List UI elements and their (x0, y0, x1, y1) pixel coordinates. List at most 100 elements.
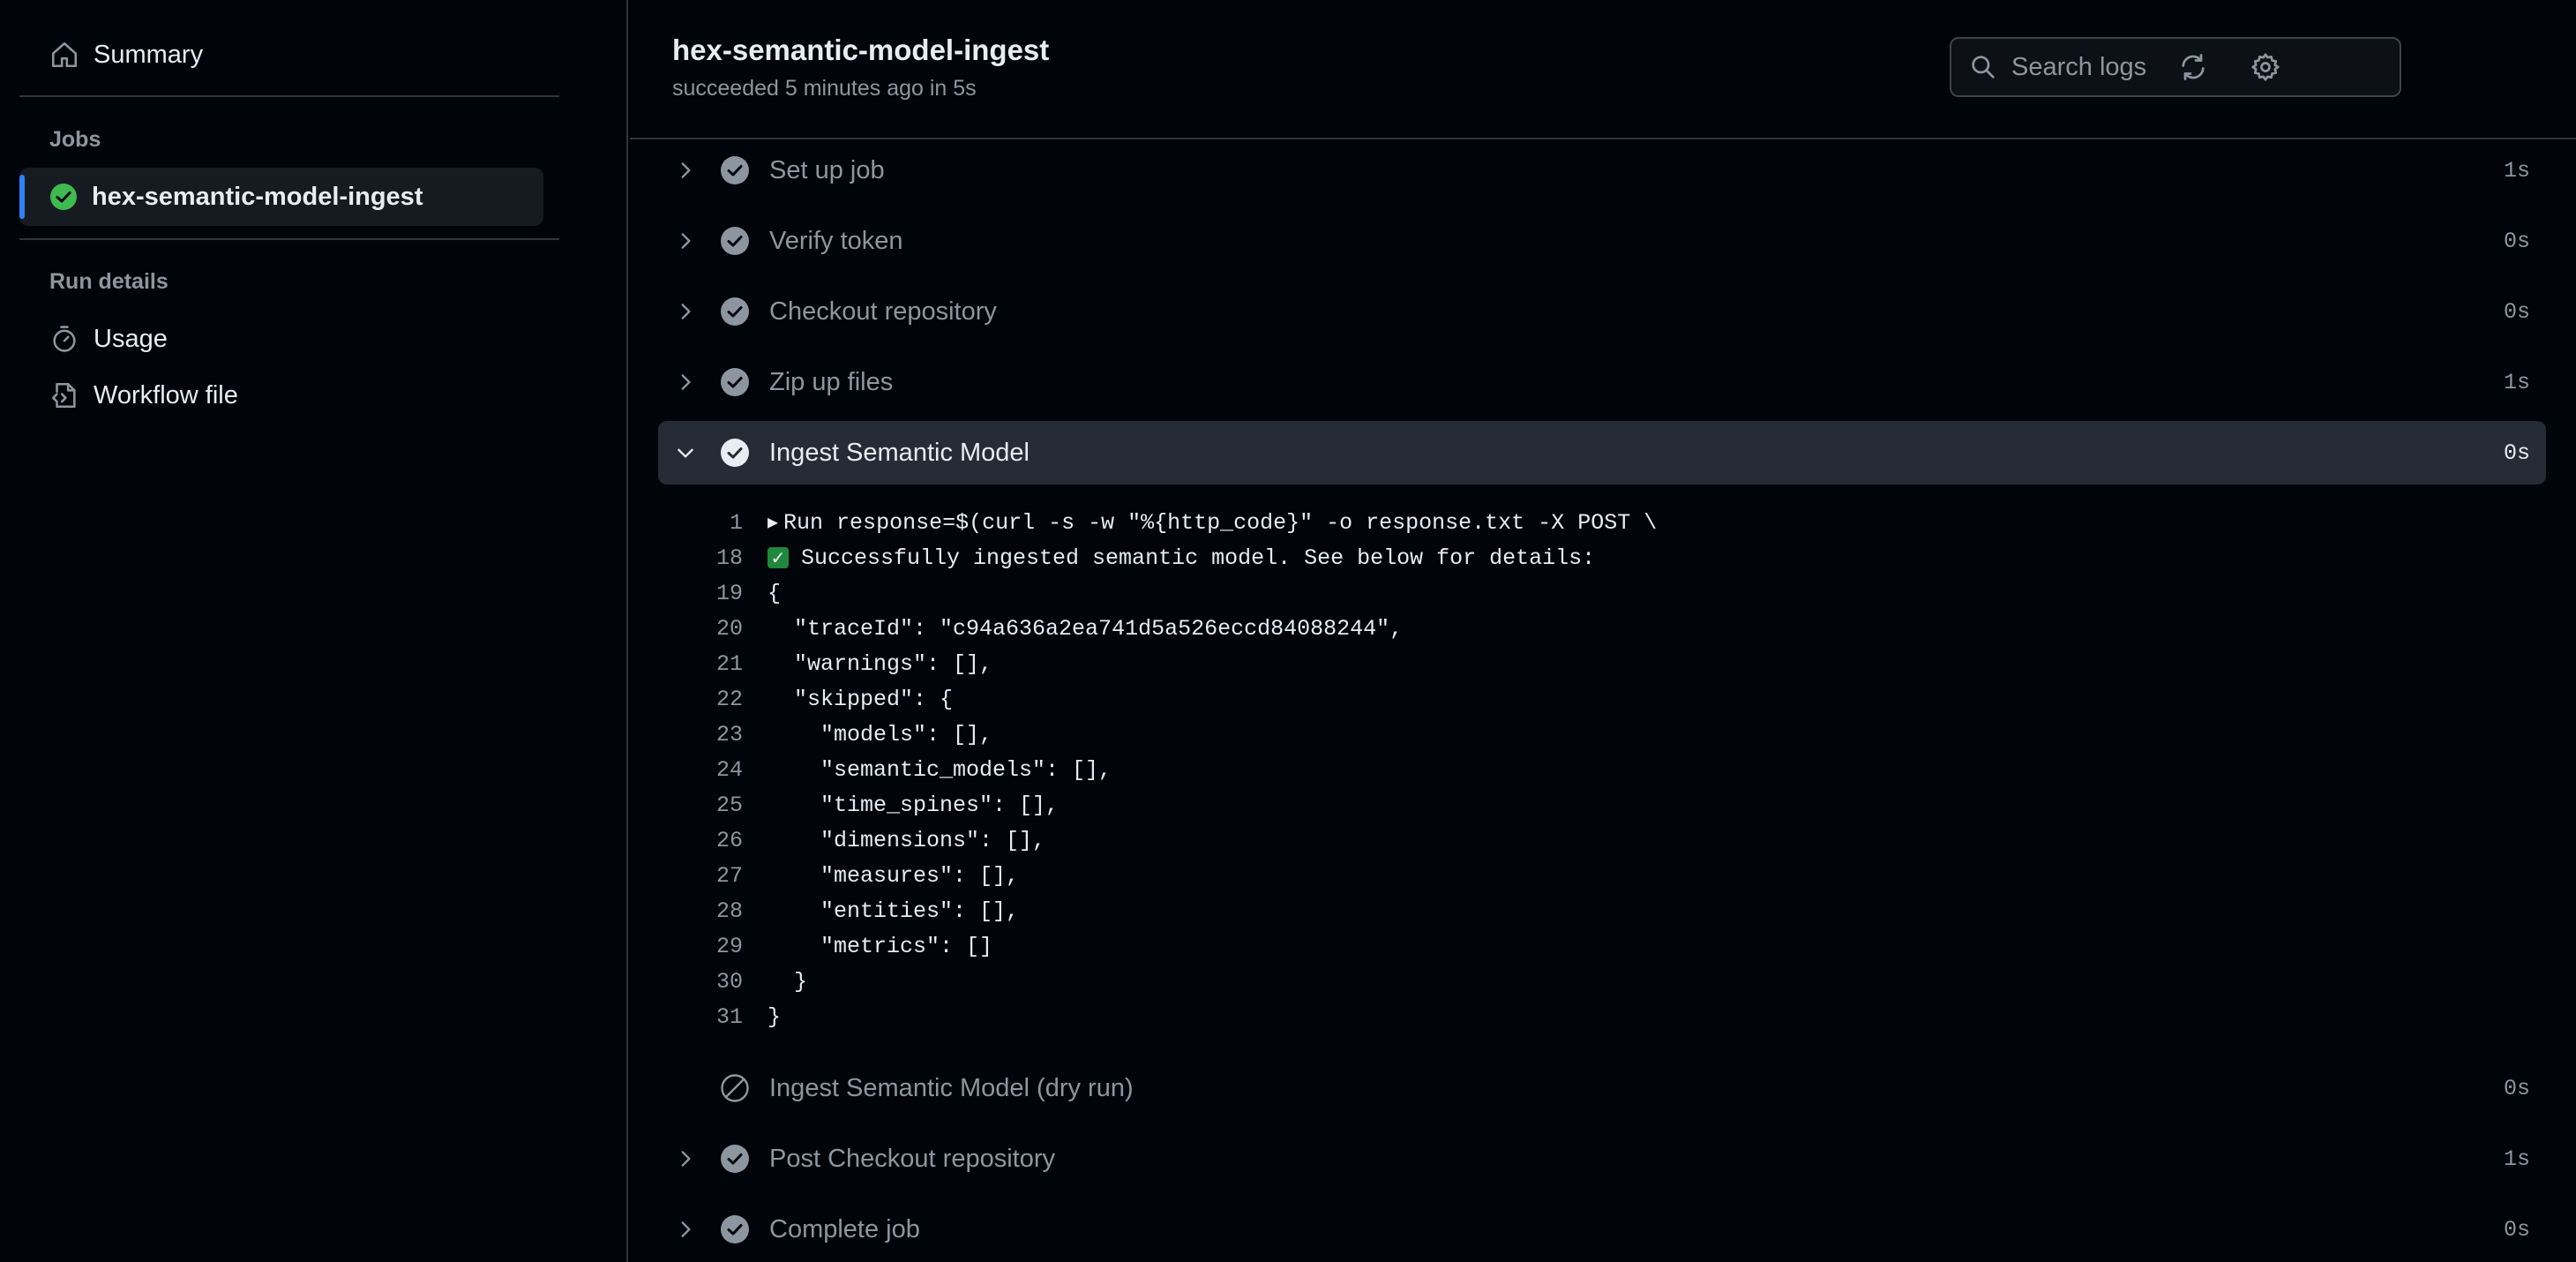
log-line: 19 { (658, 575, 2546, 611)
log-text: "dimensions": [], (768, 827, 1046, 853)
chevron-down-icon (672, 439, 699, 466)
log-text: "skipped": { (768, 686, 954, 712)
gear-icon (2251, 53, 2280, 81)
log-text: { (768, 580, 782, 606)
line-number: 25 (715, 792, 743, 818)
step-duration: 0s (2503, 298, 2530, 325)
sidebar-item-usage[interactable]: Usage (49, 318, 168, 360)
line-number: 30 (715, 968, 743, 995)
divider (19, 95, 559, 97)
log-line: 31} (658, 999, 2546, 1034)
line-number: 1 (729, 509, 743, 536)
check-circle-icon (720, 1144, 750, 1174)
log-text: "entities": [], (768, 898, 1020, 924)
check-circle-icon (720, 297, 750, 327)
step-verify-token[interactable]: Verify token 0s (658, 209, 2546, 273)
sidebar: Summary Jobs hex-semantic-model-ingest R… (0, 0, 628, 1262)
sidebar-item-workflow-file[interactable]: Workflow file (49, 374, 238, 417)
line-number: 21 (715, 650, 743, 677)
log-text: } (768, 1003, 782, 1030)
chevron-right-icon (672, 157, 699, 184)
home-icon (49, 40, 79, 70)
step-name: Ingest Semantic Model (dry run) (769, 1073, 1134, 1102)
log-text: "traceId": "c94a636a2ea741d5a526eccd8408… (768, 615, 1404, 642)
log-line: 25 "time_spines": [], (658, 787, 2546, 823)
step-duration: 0s (2503, 439, 2530, 466)
check-mark-emoji-icon: ✓ (768, 547, 789, 568)
step-zip-up-files[interactable]: Zip up files 1s (658, 350, 2546, 414)
step-set-up-job[interactable]: Set up job 1s (658, 139, 2546, 202)
log-text: "measures": [], (768, 862, 1020, 889)
log-line: 27 "measures": [], (658, 858, 2546, 893)
log-line: 20 "traceId": "c94a636a2ea741d5a526eccd8… (658, 611, 2546, 646)
line-number: 24 (715, 756, 743, 783)
line-number: 19 (715, 580, 743, 606)
step-post-checkout-repository[interactable]: Post Checkout repository 1s (658, 1127, 2546, 1191)
log-text: "models": [], (768, 721, 993, 747)
sidebar-item-label: Usage (94, 324, 168, 353)
check-circle-icon (720, 438, 750, 468)
log-line: 26 "dimensions": [], (658, 823, 2546, 858)
chevron-right-icon (672, 1146, 699, 1172)
step-name: Verify token (769, 226, 903, 255)
check-circle-icon (720, 226, 750, 256)
step-duration: 1s (2503, 1146, 2530, 1172)
log-text: } (768, 968, 808, 995)
line-number: 20 (715, 615, 743, 642)
jobs-heading: Jobs (49, 127, 101, 152)
log-text: "semantic_models": [], (768, 756, 1112, 783)
refresh-button[interactable] (2175, 49, 2211, 85)
chevron-right-icon (672, 369, 699, 395)
log-line: 22 "skipped": { (658, 681, 2546, 717)
line-number: 27 (715, 862, 743, 889)
success-icon (49, 183, 78, 211)
log-text: "metrics": [] (768, 933, 993, 959)
step-duration: 0s (2503, 1075, 2530, 1101)
step-name: Set up job (769, 155, 885, 184)
sidebar-item-summary[interactable]: Summary (49, 34, 203, 76)
log-text: "time_spines": [], (768, 792, 1060, 818)
log-output: 1 ▶ Run response=$(curl -s -w "%{http_co… (658, 505, 2546, 1034)
line-number: 22 (715, 686, 743, 712)
page-title: hex-semantic-model-ingest (672, 34, 1050, 66)
log-line: 24 "semantic_models": [], (658, 752, 2546, 787)
line-number: 23 (715, 721, 743, 747)
step-name: Zip up files (769, 367, 894, 396)
log-text: "warnings": [], (768, 650, 993, 677)
expand-triangle-icon[interactable]: ▶ (768, 511, 778, 534)
sidebar-item-label: Summary (94, 40, 204, 69)
log-line: 18 ✓ Successfully ingested semantic mode… (658, 540, 2546, 575)
step-ingest-semantic-model[interactable]: Ingest Semantic Model 0s (658, 421, 2546, 485)
divider (19, 238, 559, 240)
line-number: 28 (715, 898, 743, 924)
search-icon (1969, 53, 1997, 81)
step-name: Post Checkout repository (769, 1144, 1055, 1173)
line-number: 29 (715, 933, 743, 959)
step-duration: 0s (2503, 1216, 2530, 1243)
step-name: Complete job (769, 1214, 920, 1243)
file-code-icon (49, 380, 79, 410)
step-checkout-repository[interactable]: Checkout repository 0s (658, 280, 2546, 343)
log-text: Successfully ingested semantic model. Se… (801, 545, 1596, 571)
line-number: 26 (715, 827, 743, 853)
check-circle-icon (720, 367, 750, 397)
chevron-placeholder (672, 1075, 699, 1101)
step-duration: 1s (2503, 157, 2530, 184)
sidebar-item-job[interactable]: hex-semantic-model-ingest (19, 168, 543, 226)
log-text: Run response=$(curl -s -w "%{http_code}"… (783, 509, 1658, 536)
step-name: Ingest Semantic Model (769, 438, 1030, 467)
stopwatch-icon (49, 324, 79, 354)
refresh-icon (2182, 54, 2205, 80)
log-line: 30 } (658, 964, 2546, 999)
line-number: 18 (715, 545, 743, 571)
step-name: Checkout repository (769, 297, 997, 326)
step-complete-job[interactable]: Complete job 0s (658, 1198, 2546, 1261)
job-label: hex-semantic-model-ingest (92, 182, 423, 211)
settings-button[interactable] (2248, 49, 2283, 85)
log-line[interactable]: 1 ▶ Run response=$(curl -s -w "%{http_co… (658, 505, 2546, 540)
skipped-icon (720, 1073, 750, 1103)
log-line: 29 "metrics": [] (658, 928, 2546, 964)
step-ingest-semantic-model-dry-run[interactable]: Ingest Semantic Model (dry run) 0s (658, 1056, 2546, 1120)
log-line: 23 "models": [], (658, 717, 2546, 752)
log-line: 28 "entities": [], (658, 893, 2546, 928)
